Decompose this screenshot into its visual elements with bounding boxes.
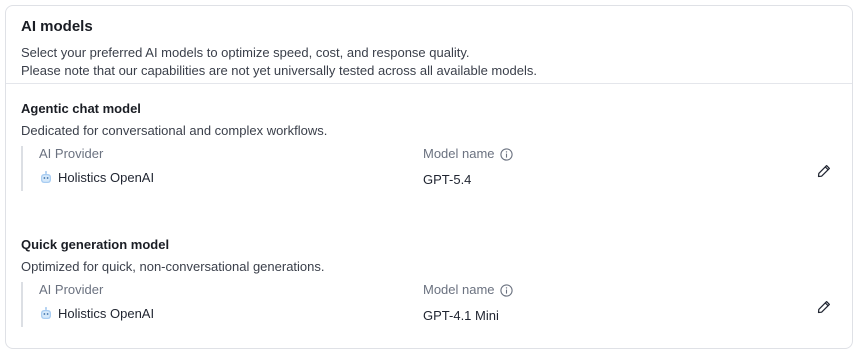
provider-label: AI Provider bbox=[39, 282, 104, 297]
provider-name: Holistics OpenAI bbox=[58, 306, 155, 321]
info-icon[interactable] bbox=[499, 283, 513, 297]
pencil-icon bbox=[817, 165, 830, 178]
description-line-2: Please note that our capabilities are no… bbox=[21, 63, 537, 78]
edit-agentic-model-button[interactable] bbox=[815, 162, 833, 180]
model-name-label-wrap: Model name bbox=[423, 282, 513, 298]
model-config-box: AI Provider Holistics OpenAI Model name bbox=[21, 146, 843, 191]
provider-label: AI Provider bbox=[39, 146, 104, 161]
ai-models-card: AI models Select your preferred AI model… bbox=[5, 5, 853, 349]
pencil-icon bbox=[817, 301, 830, 314]
model-name-label: Model name bbox=[423, 282, 495, 297]
model-name-value: GPT-5.4 bbox=[423, 172, 472, 187]
model-config-box: AI Provider Holistics OpenAI Model name bbox=[21, 282, 843, 327]
card-description: Select your preferred AI models to optim… bbox=[21, 44, 852, 80]
provider-value: Holistics OpenAI bbox=[39, 306, 154, 322]
model-name-label-wrap: Model name bbox=[423, 146, 513, 162]
section-description: Optimized for quick, non-conversational … bbox=[21, 259, 325, 274]
model-name-value: GPT-4.1 Mini bbox=[423, 308, 499, 323]
quick-generation-model-section: Quick generation model Optimized for qui… bbox=[21, 237, 841, 327]
card-header: AI models Select your preferred AI model… bbox=[6, 6, 852, 84]
provider-value: Holistics OpenAI bbox=[39, 170, 154, 186]
bot-icon bbox=[41, 307, 51, 319]
section-title: Agentic chat model bbox=[21, 101, 141, 116]
bot-icon bbox=[41, 171, 51, 183]
description-line-1: Select your preferred AI models to optim… bbox=[21, 45, 470, 60]
agentic-chat-model-section: Agentic chat model Dedicated for convers… bbox=[21, 101, 841, 191]
section-title: Quick generation model bbox=[21, 237, 170, 252]
edit-quick-model-button[interactable] bbox=[815, 298, 833, 316]
page-title: AI models bbox=[21, 18, 93, 35]
info-icon[interactable] bbox=[499, 147, 513, 161]
section-description: Dedicated for conversational and complex… bbox=[21, 123, 328, 138]
model-name-label: Model name bbox=[423, 146, 495, 161]
provider-name: Holistics OpenAI bbox=[58, 170, 155, 185]
